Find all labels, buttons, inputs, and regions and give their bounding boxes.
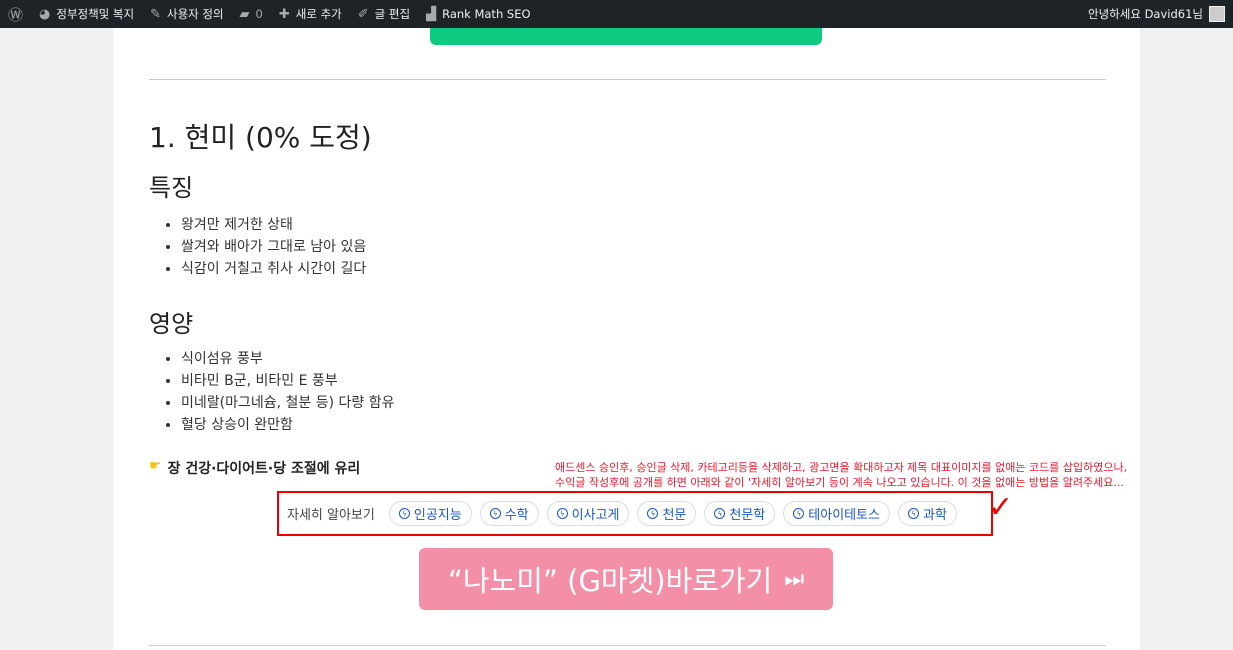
- site-name: 정부정책및 복지: [56, 7, 135, 21]
- brush-icon: ✎: [150, 6, 161, 22]
- dashboard-icon: ◕: [39, 6, 51, 22]
- annotation-line: 애드센스 승인후, 승인글 삭제, 카테고리등을 삭제하고, 광고면을 확대하고…: [555, 461, 1128, 474]
- bolt-icon: ϟ: [647, 508, 659, 519]
- features-heading: 특징: [149, 174, 194, 202]
- chip-label: 테아이테토스: [808, 508, 881, 523]
- customize-link[interactable]: ✎ 사용자 정의: [142, 0, 231, 28]
- seo-label: Rank Math SEO: [442, 7, 531, 21]
- wordpress-logo-icon[interactable]: Ⓦ: [0, 0, 31, 28]
- list-item: 식감이 거칠고 취사 시간이 길다: [181, 258, 366, 280]
- bolt-icon: ϟ: [793, 508, 805, 519]
- nutrition-list: 식이섬유 풍부 비타민 B군, 비타민 E 풍부 미네랄(마그네슘, 철분 등)…: [173, 348, 395, 436]
- topic-chip[interactable]: ϟ 인공지능: [388, 501, 472, 526]
- list-item: 비타민 B군, 비타민 E 풍부: [181, 370, 395, 392]
- tip: ☛ 장 건강·다이어트·당 조절에 유리: [149, 458, 360, 478]
- chip-label: 과학: [923, 508, 947, 523]
- bolt-icon: ϟ: [556, 508, 568, 519]
- list-item: 혈당 상승이 완만함: [181, 414, 395, 436]
- list-item: 미네랄(마그네슘, 철분 등) 다량 함유: [181, 392, 395, 414]
- learn-more-box: 자세히 알아보기 ϟ 인공지능 ϟ 수학 ϟ 이사고게 ϟ 천문 ϟ 천문학 ϟ 테아이테토…: [277, 491, 993, 536]
- bolt-icon: ϟ: [398, 508, 410, 519]
- admin-bar: Ⓦ ◕ 정부정책및 복지 ✎ 사용자 정의 ▰ 0 ✚ 새로 추가 ✐ 글 편집 ▟ Ran…: [0, 0, 1233, 28]
- shop-link-button[interactable]: “나노미” (G마켓)바로가기 ⏭: [419, 548, 833, 610]
- chip-label: 이사고게: [571, 508, 620, 523]
- list-item: 쌀겨와 배아가 그대로 남아 있음: [181, 236, 366, 258]
- topic-chip[interactable]: ϟ 테아이테토스: [783, 501, 891, 526]
- tip-text: 장 건강·다이어트·당 조절에 유리: [167, 461, 361, 477]
- rank-math-link[interactable]: ▟ Rank Math SEO: [418, 0, 538, 28]
- comment-count: 0: [255, 7, 263, 21]
- section-title: 1. 현미 (0% 도정): [149, 121, 372, 154]
- bolt-icon: ϟ: [908, 508, 920, 519]
- chip-label: 천문: [662, 508, 687, 523]
- list-item: 식이섬유 풍부: [181, 348, 395, 370]
- topic-chip[interactable]: ϟ 천문학: [704, 501, 776, 526]
- plus-icon: ✚: [278, 6, 290, 22]
- play-next-icon: ⏭: [784, 566, 805, 592]
- pointing-hand-icon: ☛: [149, 458, 162, 474]
- new-content-link[interactable]: ✚ 새로 추가: [271, 0, 350, 28]
- divider: [149, 79, 1106, 80]
- topic-chip[interactable]: ϟ 수학: [479, 501, 539, 526]
- topic-chip[interactable]: ϟ 이사고게: [546, 501, 630, 526]
- new-label: 새로 추가: [295, 7, 342, 21]
- nutrition-heading: 영양: [149, 310, 194, 338]
- greeting: 안녕하세요 David61님: [1088, 7, 1203, 21]
- checkmark-icon: ✓: [988, 490, 1014, 525]
- topic-chip[interactable]: ϟ 천문: [637, 501, 697, 526]
- bolt-icon: ϟ: [714, 508, 726, 519]
- comments-link[interactable]: ▰ 0: [232, 0, 271, 28]
- customize-label: 사용자 정의: [166, 7, 224, 21]
- chip-label: 수학: [504, 508, 529, 523]
- green-cta-button[interactable]: [430, 28, 822, 45]
- annotation-line: 수익글 작성후에 공개를 하면 아래와 같이 '자세히 알아보기 등이 계속 나…: [555, 476, 1124, 489]
- chip-label: 천문학: [729, 508, 766, 523]
- shop-link-label: “나노미” (G마켓)바로가기: [447, 564, 773, 598]
- my-account[interactable]: 안녕하세요 David61님: [1088, 0, 1225, 28]
- comment-icon: ▰: [239, 6, 250, 22]
- avatar: [1209, 6, 1225, 22]
- topic-chip[interactable]: ϟ 과학: [898, 501, 957, 526]
- rank-math-icon: ▟: [426, 6, 437, 22]
- divider: [149, 645, 1106, 646]
- edit-post-link[interactable]: ✐ 글 편집: [350, 0, 418, 28]
- site-name-link[interactable]: ◕ 정부정책및 복지: [31, 0, 142, 28]
- post-content: 1. 현미 (0% 도정) 특징 왕겨만 제거한 상태 쌀겨와 배아가 그대로 …: [113, 28, 1140, 650]
- annotation-note: 애드센스 승인후, 승인글 삭제, 카테고리등을 삭제하고, 광고면을 확대하고…: [555, 460, 1127, 490]
- edit-label: 글 편집: [374, 7, 411, 21]
- chip-label: 인공지능: [413, 508, 462, 523]
- learn-more-label: 자세히 알아보기: [287, 508, 375, 523]
- pencil-icon: ✐: [357, 6, 369, 22]
- bolt-icon: ϟ: [489, 508, 501, 519]
- features-list: 왕겨만 제거한 상태 쌀겨와 배아가 그대로 남아 있음 식감이 거칠고 취사 …: [173, 214, 366, 280]
- list-item: 왕겨만 제거한 상태: [181, 214, 366, 236]
